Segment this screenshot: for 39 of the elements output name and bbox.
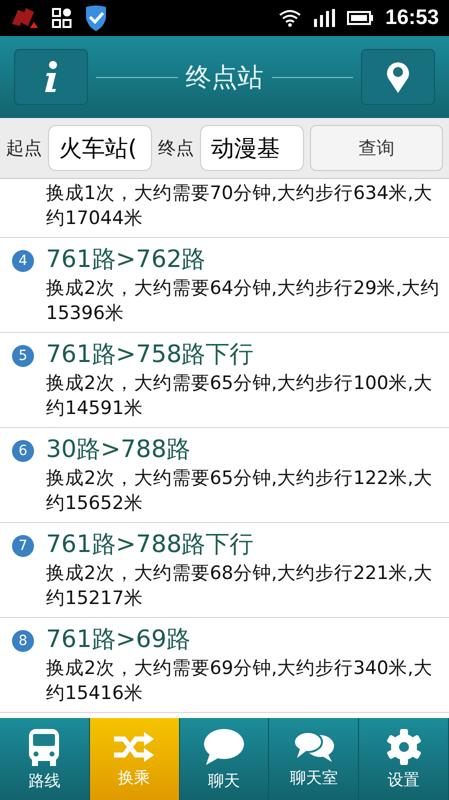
route-description: 换成1次，大约需要70分钟,大约步行634米,大约17044米 — [46, 182, 434, 231]
route-description: 换成2次，大约需要65分钟,大约步行122米,大约15652米 — [46, 467, 434, 516]
signal-icon — [313, 9, 336, 27]
route-description: 换成2次，大约需要68分钟,大约步行221米,大约15217米 — [46, 562, 434, 611]
battery-icon — [347, 10, 374, 26]
route-title[interactable]: 761路>762路 — [46, 242, 445, 276]
tab[interactable]: 设置 — [359, 718, 449, 800]
wifi-icon — [279, 9, 302, 27]
route-title[interactable]: 30路>788路 — [46, 432, 445, 466]
route-description: 换成2次，大约需要65分钟,大约步行100米,大约14591米 — [46, 372, 434, 421]
tab[interactable]: 路线 — [0, 718, 90, 800]
location-pin-icon — [385, 60, 411, 94]
location-button[interactable] — [361, 49, 435, 105]
tab[interactable]: 聊天室 — [269, 718, 360, 800]
route-title[interactable]: 761路>758路下行 — [46, 337, 445, 371]
grid-icon — [52, 8, 72, 28]
to-label: 终点 — [158, 137, 194, 160]
route-number: 5 — [12, 345, 34, 367]
from-label: 起点 — [6, 137, 42, 160]
speech-bubble-icon — [202, 726, 246, 766]
tab[interactable]: 聊天 — [180, 718, 270, 800]
shuffle-icon — [112, 730, 156, 764]
query-button[interactable]: 查询 — [310, 125, 443, 171]
route-number: 6 — [12, 440, 34, 462]
from-field[interactable]: 火车站( — [48, 125, 152, 171]
shield-icon — [84, 4, 108, 32]
route-number: 7 — [12, 535, 34, 557]
settings-icon — [384, 728, 423, 766]
route-title[interactable]: 761路>69路 — [46, 622, 445, 656]
route-description: 换成2次，大约需要64分钟,大约步行29米,大约15396米 — [46, 277, 441, 326]
info-button[interactable] — [14, 49, 88, 105]
route-number: 4 — [12, 250, 34, 272]
cards-icon — [10, 6, 40, 30]
route-number: 8 — [12, 630, 34, 652]
status-time: 16:53 — [385, 6, 439, 30]
header-title: 终点站 — [186, 62, 264, 94]
route-title[interactable]: 761路>788路下行 — [46, 527, 445, 561]
to-field[interactable]: 动漫基 — [200, 125, 304, 171]
route-description: 换成2次，大约需要69分钟,大约步行340米,大约15416米 — [46, 657, 434, 706]
